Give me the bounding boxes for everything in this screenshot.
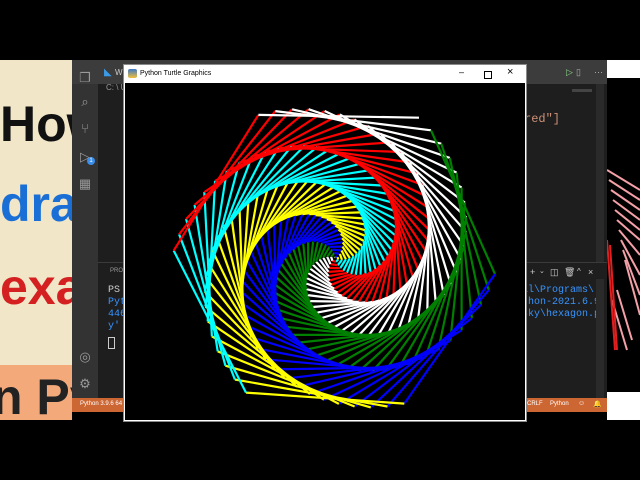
explorer-icon[interactable]: ❐ bbox=[77, 70, 93, 86]
spiral-segment bbox=[291, 108, 442, 145]
search-icon[interactable]: ⌕ bbox=[77, 94, 93, 110]
spiral-segment bbox=[328, 269, 344, 273]
python-feather-icon bbox=[128, 69, 137, 78]
spiral-segment bbox=[309, 300, 359, 303]
turtle-window: Python Turtle Graphics – × bbox=[123, 64, 527, 422]
spiral-segment bbox=[335, 255, 338, 259]
run-icon[interactable]: ▷ bbox=[566, 67, 573, 78]
terminal-line: y' bbox=[108, 321, 121, 332]
activity-bar: ❐ ⌕ ⑂ ▷ 1 ▦ ◎ ⚙ bbox=[72, 70, 98, 400]
terminal-line: al\Programs\ bbox=[522, 285, 595, 296]
vscode-logo-icon: ◣ bbox=[104, 67, 112, 78]
spiral-segment bbox=[330, 256, 334, 262]
terminal-line: thon-2021.6.9 bbox=[522, 297, 601, 308]
terminal-cursor bbox=[108, 337, 115, 349]
terminal-dropdown-icon[interactable]: ⌄ bbox=[539, 267, 545, 275]
split-terminal-icon[interactable]: ◫ bbox=[550, 267, 559, 278]
pink-spiral-fragment bbox=[606, 169, 640, 351]
minimize-icon[interactable]: – bbox=[459, 67, 464, 77]
close-panel-icon[interactable]: × bbox=[588, 267, 593, 277]
terminal-right-visible: + ⌄ ◫ 🗑 ^ × al\Programs\ thon-2021.6.9 s… bbox=[522, 262, 607, 399]
minimap bbox=[572, 89, 592, 92]
spiral-segment bbox=[330, 252, 336, 258]
spiral-segment bbox=[338, 253, 344, 261]
thumbnail-word-3: exa bbox=[0, 259, 72, 315]
spiral-segment bbox=[332, 248, 342, 252]
hexagon-spiral-drawing bbox=[172, 108, 497, 409]
notification-badge: 1 bbox=[87, 157, 95, 165]
terminal-line: PS bbox=[108, 285, 121, 296]
right-panel-top bbox=[607, 60, 640, 78]
editor-area: ▷ ▯ ⋯ red"] bbox=[524, 67, 607, 264]
spiral-segment bbox=[335, 258, 339, 263]
split-editor-icon[interactable]: ▯ bbox=[576, 67, 581, 78]
notifications-bell-icon[interactable]: 🔔 bbox=[593, 400, 602, 408]
close-icon[interactable]: × bbox=[507, 66, 513, 78]
spiral-segment bbox=[330, 263, 338, 267]
turtle-titlebar[interactable]: Python Turtle Graphics – × bbox=[124, 65, 526, 83]
line-ending-status[interactable]: CRLF bbox=[527, 401, 543, 407]
turtle-window-title: Python Turtle Graphics bbox=[140, 70, 212, 77]
right-panel-bottom bbox=[607, 392, 640, 420]
editor-scrollbar[interactable] bbox=[596, 84, 604, 264]
account-icon[interactable]: ◎ bbox=[77, 349, 93, 365]
turtle-canvas bbox=[125, 83, 525, 420]
spiral-segment bbox=[392, 227, 397, 295]
maximize-panel-icon[interactable]: ^ bbox=[577, 267, 581, 276]
settings-gear-icon[interactable]: ⚙ bbox=[77, 376, 93, 392]
language-mode-status[interactable]: Python bbox=[550, 401, 569, 407]
thumbnail-word-2: dra bbox=[0, 176, 72, 232]
thumbnail-word-4: n Py bbox=[0, 369, 72, 420]
trash-icon[interactable]: 🗑 bbox=[564, 267, 575, 278]
python-interpreter-status[interactable]: Python 3.9.6 64 bbox=[80, 401, 122, 407]
spiral-segment bbox=[334, 251, 341, 256]
right-thumbnail bbox=[606, 60, 640, 415]
code-snippet: red"] bbox=[524, 112, 561, 126]
maximize-icon[interactable] bbox=[484, 71, 492, 79]
feedback-icon[interactable]: ☺ bbox=[578, 400, 585, 407]
spiral-segment bbox=[362, 240, 367, 274]
thumbnail-word-1: How bbox=[0, 96, 72, 152]
spiral-segment bbox=[440, 143, 490, 291]
spiral-segment bbox=[326, 256, 332, 265]
more-actions-icon[interactable]: ⋯ bbox=[594, 67, 603, 78]
terminal-left-visible: PROB PS Pyt 446 y' bbox=[98, 262, 127, 399]
terminal-scrollbar[interactable] bbox=[596, 279, 604, 399]
spiral-segment bbox=[325, 241, 343, 246]
new-terminal-icon[interactable]: + bbox=[530, 267, 535, 277]
source-control-icon[interactable]: ⑂ bbox=[77, 121, 93, 137]
spiral-segment bbox=[258, 113, 420, 119]
extensions-icon[interactable]: ▦ bbox=[77, 176, 93, 192]
terminal-line: sky\hexagon.p bbox=[522, 309, 601, 320]
spiral-segment bbox=[332, 259, 337, 263]
thumbnail-background: How dra exa n Py bbox=[0, 60, 72, 420]
spiral-segment bbox=[359, 245, 364, 275]
